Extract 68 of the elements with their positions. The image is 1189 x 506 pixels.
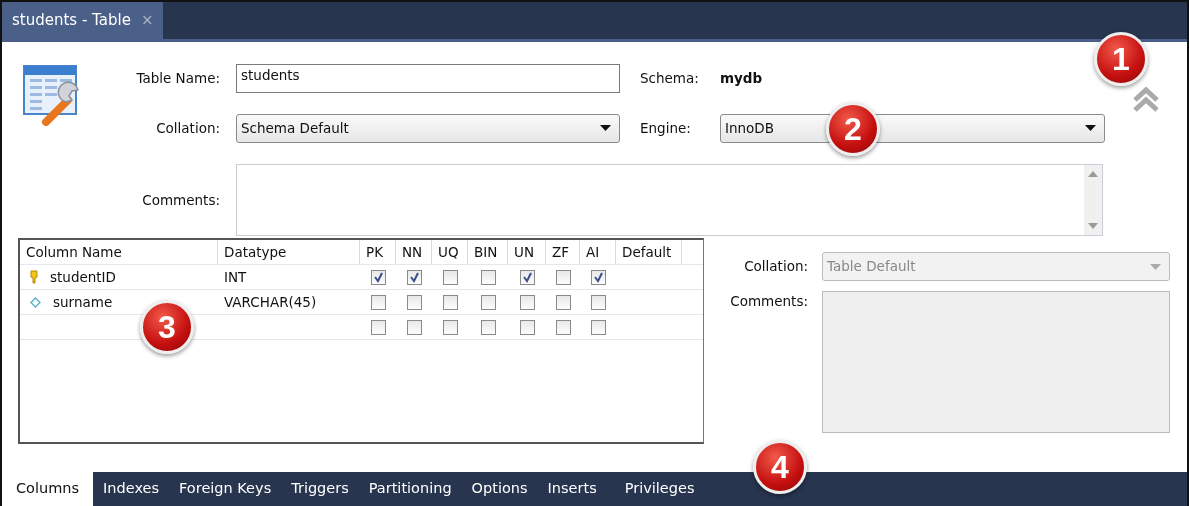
- column-header[interactable]: UN: [508, 240, 546, 264]
- checkbox[interactable]: [519, 269, 535, 285]
- checkbox[interactable]: [519, 319, 535, 335]
- scrollbar[interactable]: [1084, 165, 1102, 236]
- field-label: Comments:: [729, 292, 809, 311]
- field-label: Engine:: [640, 119, 692, 139]
- key-icon: [30, 270, 38, 284]
- table-cell[interactable]: VARCHAR(45): [224, 293, 317, 310]
- column-header[interactable]: Column Name: [20, 240, 218, 264]
- table-cell[interactable]: INT: [224, 268, 247, 285]
- checkbox[interactable]: [480, 294, 496, 310]
- checkbox[interactable]: [442, 319, 458, 335]
- checkbox[interactable]: [370, 269, 386, 285]
- checkbox[interactable]: [442, 269, 458, 285]
- diamond-icon: [30, 296, 41, 308]
- schema-value: mydb: [720, 69, 763, 89]
- checkbox[interactable]: [590, 294, 606, 310]
- editor-tab[interactable]: Indexes: [93, 474, 170, 506]
- checkbox[interactable]: [406, 294, 422, 310]
- checkbox[interactable]: [370, 319, 386, 335]
- collapse-icon[interactable]: [1133, 86, 1159, 112]
- collation-dropdown[interactable]: Schema Default: [236, 114, 620, 143]
- checkbox[interactable]: [590, 269, 606, 285]
- field-label: Table Name:: [135, 69, 221, 89]
- scroll-down-icon[interactable]: [1088, 223, 1098, 230]
- column-header[interactable]: NN: [396, 240, 432, 264]
- editor-tab[interactable]: Columns: [2, 472, 94, 506]
- checkbox[interactable]: [480, 269, 496, 285]
- checkbox[interactable]: [406, 269, 422, 285]
- caret-icon: [1150, 263, 1161, 270]
- column-header[interactable]: BIN: [468, 240, 508, 264]
- editor-tab[interactable]: Inserts: [537, 474, 607, 506]
- editor-tab[interactable]: Triggers: [281, 474, 359, 506]
- checkbox[interactable]: [370, 294, 386, 310]
- editor-tab[interactable]: Options: [461, 474, 538, 506]
- checkbox[interactable]: [555, 269, 571, 285]
- number-callout: 4: [753, 440, 807, 494]
- checkbox[interactable]: [442, 294, 458, 310]
- table-cell[interactable]: surname: [53, 291, 113, 313]
- checkbox[interactable]: [480, 319, 496, 335]
- checkbox[interactable]: [406, 319, 422, 335]
- number-callout: 1: [1094, 32, 1148, 86]
- column-header[interactable]: Default: [616, 240, 682, 264]
- table-name-field[interactable]: students: [236, 63, 620, 93]
- document-tab[interactable]: students - Table ×: [2, 2, 164, 39]
- number-callout: 3: [140, 300, 194, 354]
- table-cell[interactable]: studentID: [50, 266, 116, 288]
- number-callout: 2: [826, 102, 880, 156]
- field-label: Schema:: [640, 69, 700, 89]
- editor-tab[interactable]: Foreign Keys: [169, 474, 282, 506]
- column-header[interactable]: AI: [580, 240, 616, 264]
- caret-icon: [1085, 125, 1096, 132]
- field-label: Collation:: [155, 119, 221, 139]
- column-header[interactable]: PK: [360, 240, 396, 264]
- editor-tab[interactable]: Partitioning: [358, 474, 462, 506]
- checkbox[interactable]: [555, 294, 571, 310]
- checkbox[interactable]: [519, 294, 535, 310]
- scroll-up-icon[interactable]: [1088, 171, 1098, 178]
- field-label: Comments:: [141, 191, 221, 211]
- editor-tab[interactable]: Privileges: [614, 474, 705, 506]
- column-header[interactable]: UQ: [432, 240, 468, 264]
- comments-field[interactable]: [236, 164, 1103, 237]
- column-header[interactable]: Datatype: [218, 240, 360, 264]
- checkbox[interactable]: [555, 319, 571, 335]
- caret-icon: [600, 125, 611, 132]
- column-header[interactable]: ZF: [546, 240, 580, 264]
- field-label: Collation:: [743, 257, 809, 277]
- checkbox[interactable]: [590, 319, 606, 335]
